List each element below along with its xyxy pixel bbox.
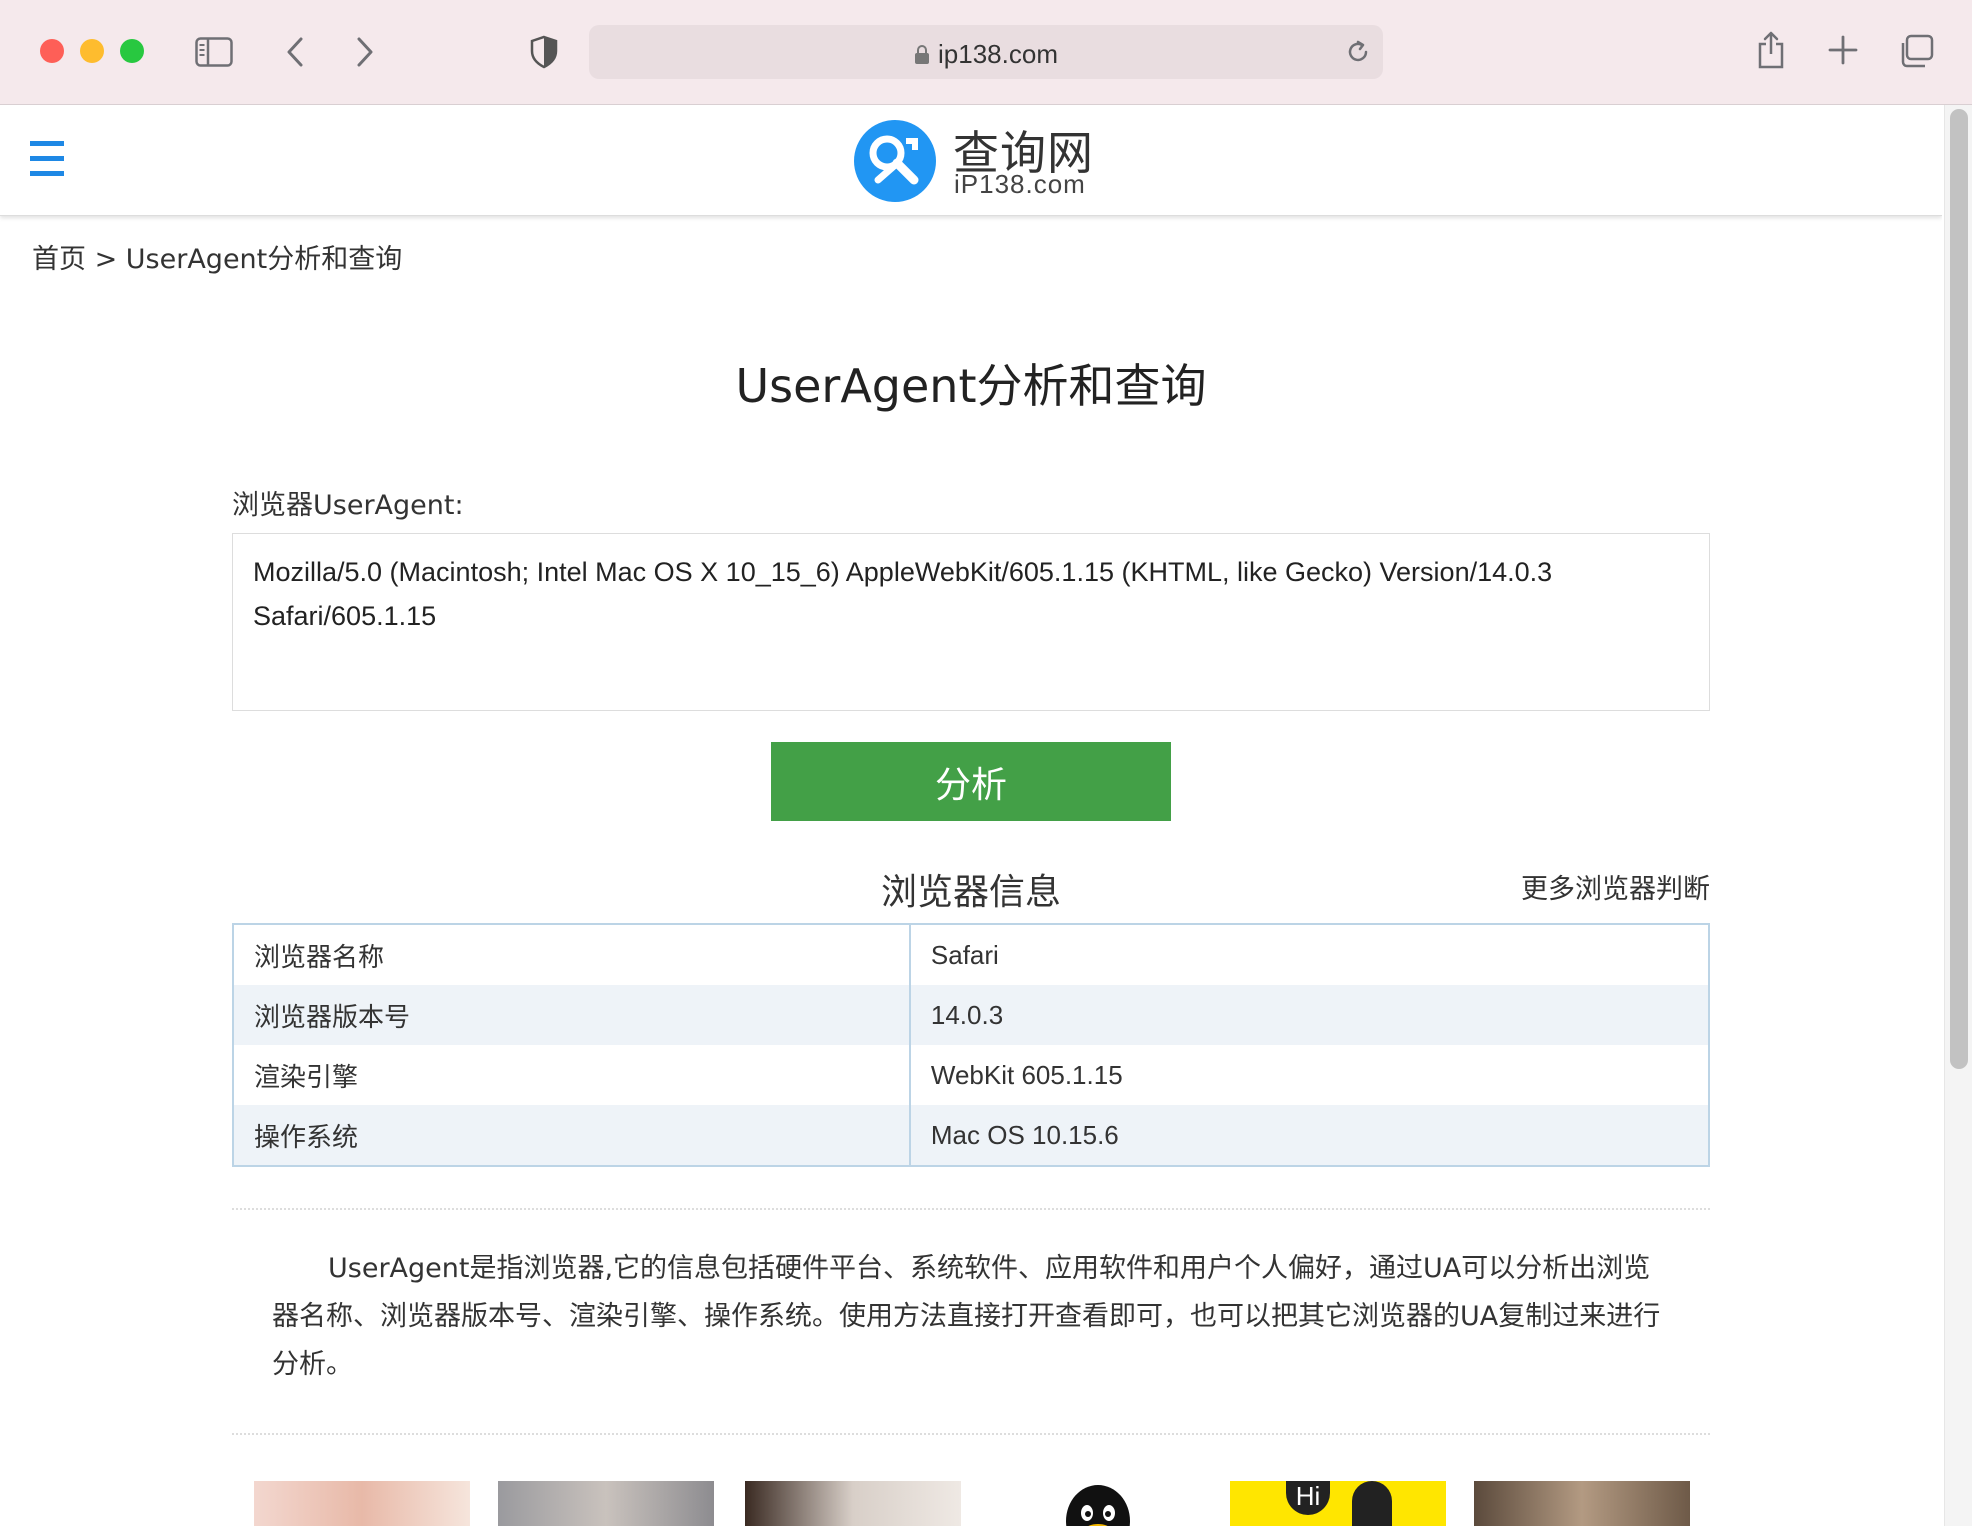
new-tab-icon [1828,35,1858,65]
sidebar-icon [195,37,233,67]
page-scrollbar[interactable] [1944,105,1972,1526]
new-tab-button[interactable] [1826,32,1860,68]
table-row: 渲染引擎 WebKit 605.1.15 [233,1045,1709,1105]
thumbnail-image[interactable] [745,1481,961,1526]
browser-info-table: 浏览器名称 Safari 浏览器版本号 14.0.3 渲染引擎 WebKit 6… [232,923,1710,1167]
site-logo-domain[interactable]: iP138.com [954,169,1086,200]
url-text: ip138.com [938,39,1058,69]
breadcrumb-current: UserAgent分析和查询 [125,244,403,275]
share-icon [1758,31,1784,69]
web-page: 查询网 iP138.com 首页 > UserAgent分析和查询 UserAg… [0,105,1942,1526]
privacy-report-button[interactable] [526,32,562,72]
row-value: 14.0.3 [909,985,1709,1045]
reload-button[interactable] [1343,37,1373,67]
row-label: 渲染引擎 [233,1045,911,1105]
back-button[interactable] [280,32,310,72]
row-value: Safari [930,939,999,970]
tab-overview-button[interactable] [1896,32,1936,70]
qq-penguin-icon [1066,1485,1130,1526]
menu-button[interactable] [30,141,64,179]
address-bar[interactable]: ip138.com [589,25,1383,79]
thumbnail-image[interactable]: Hi [1230,1481,1446,1526]
minimize-window-button[interactable] [80,39,104,63]
useragent-description: UserAgent是指浏览器,它的信息包括硬件平台、系统软件、应用软件和用户个人… [272,1253,1661,1380]
sidebar-toggle-button[interactable] [194,32,234,72]
breadcrumb-home-link[interactable]: 首页 [32,244,86,275]
close-window-button[interactable] [40,39,64,63]
thumbnail-image[interactable] [990,1481,1206,1526]
browser-toolbar: ip138.com [0,0,1972,105]
forward-button[interactable] [350,32,380,72]
lock-icon [915,45,930,64]
back-icon [287,37,303,67]
breadcrumb-separator: > [86,244,126,275]
row-label: 操作系统 [233,1105,911,1166]
forward-icon [357,37,373,67]
more-browser-detection-link[interactable]: 更多浏览器判断 [1521,867,1710,906]
scrollbar-thumb[interactable] [1950,109,1968,1069]
site-header: 查询网 iP138.com [0,105,1942,216]
row-value: WebKit 605.1.15 [930,1059,1123,1090]
thumbnail-image[interactable] [254,1481,470,1526]
row-value: Mac OS 10.15.6 [909,1105,1709,1166]
useragent-label: 浏览器UserAgent: [232,490,464,521]
share-button[interactable] [1754,28,1788,72]
table-row: 浏览器版本号 14.0.3 [233,985,1709,1045]
tabs-overview-icon [1901,34,1934,68]
row-label: 浏览器版本号 [233,985,911,1045]
hi-bubble: Hi [1286,1481,1330,1515]
reload-icon [1348,40,1368,62]
useragent-textarea[interactable]: Mozilla/5.0 (Macintosh; Intel Mac OS X 1… [232,533,1710,711]
section-divider [232,1433,1710,1435]
thumbnail-image[interactable] [1474,1481,1690,1526]
table-row: 操作系统 Mac OS 10.15.6 [233,1105,1709,1166]
section-divider [232,1208,1710,1210]
breadcrumb: 首页 > UserAgent分析和查询 [32,237,402,276]
site-logo-icon[interactable] [854,120,936,202]
page-title: UserAgent分析和查询 [735,359,1207,413]
maximize-window-button[interactable] [120,39,144,63]
thumbnail-image[interactable] [498,1481,714,1526]
hamburger-icon [30,141,64,146]
row-label: 浏览器名称 [233,924,911,985]
table-row: 浏览器名称 Safari [233,924,1709,985]
shield-icon [530,35,558,69]
analyze-button[interactable]: 分析 [771,742,1171,821]
